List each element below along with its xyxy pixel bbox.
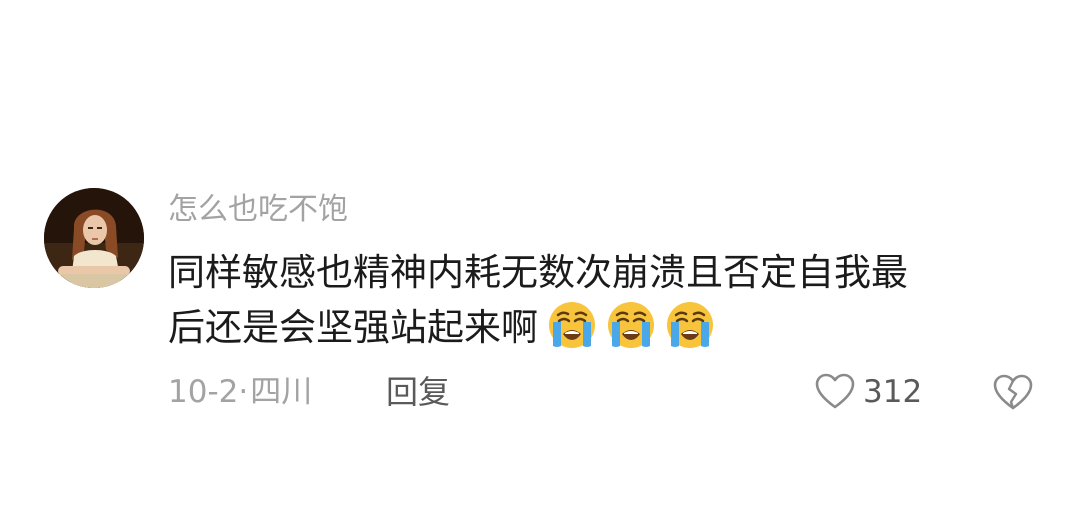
comment-text-line: 同样敏感也精神内耗无数次崩溃且否定自我最 <box>168 251 908 294</box>
comment-text-line: 后还是会坚强站起来啊 <box>168 300 1028 354</box>
like-count: 312 <box>863 374 923 410</box>
heart-outline-icon <box>815 373 855 409</box>
like-button[interactable]: 312 <box>815 370 922 414</box>
avatar-image <box>44 188 144 288</box>
comment-meta: 10-2·四川 <box>168 372 312 412</box>
comment-date: 10-2 <box>168 374 239 410</box>
username[interactable]: 怎么也吃不饱 <box>168 192 348 228</box>
reply-button[interactable]: 回复 <box>386 372 450 412</box>
loudly-crying-face-emoji <box>665 300 715 350</box>
comment-location: 四川 <box>250 374 313 410</box>
comment-item: 怎么也吃不饱 同样敏感也精神内耗无数次崩溃且否定自我最 后还是会坚强站起来啊 1… <box>0 0 1080 514</box>
broken-heart-icon <box>993 374 1033 410</box>
meta-separator: · <box>238 374 249 410</box>
loudly-crying-face-emoji <box>606 300 656 350</box>
comment-text: 同样敏感也精神内耗无数次崩溃且否定自我最 后还是会坚强站起来啊 <box>168 246 1028 354</box>
comment-text-fragment: 后还是会坚强站起来啊 <box>168 306 538 349</box>
loudly-crying-face-emoji <box>547 300 597 350</box>
avatar[interactable] <box>44 188 144 288</box>
dislike-button[interactable] <box>992 372 1034 412</box>
